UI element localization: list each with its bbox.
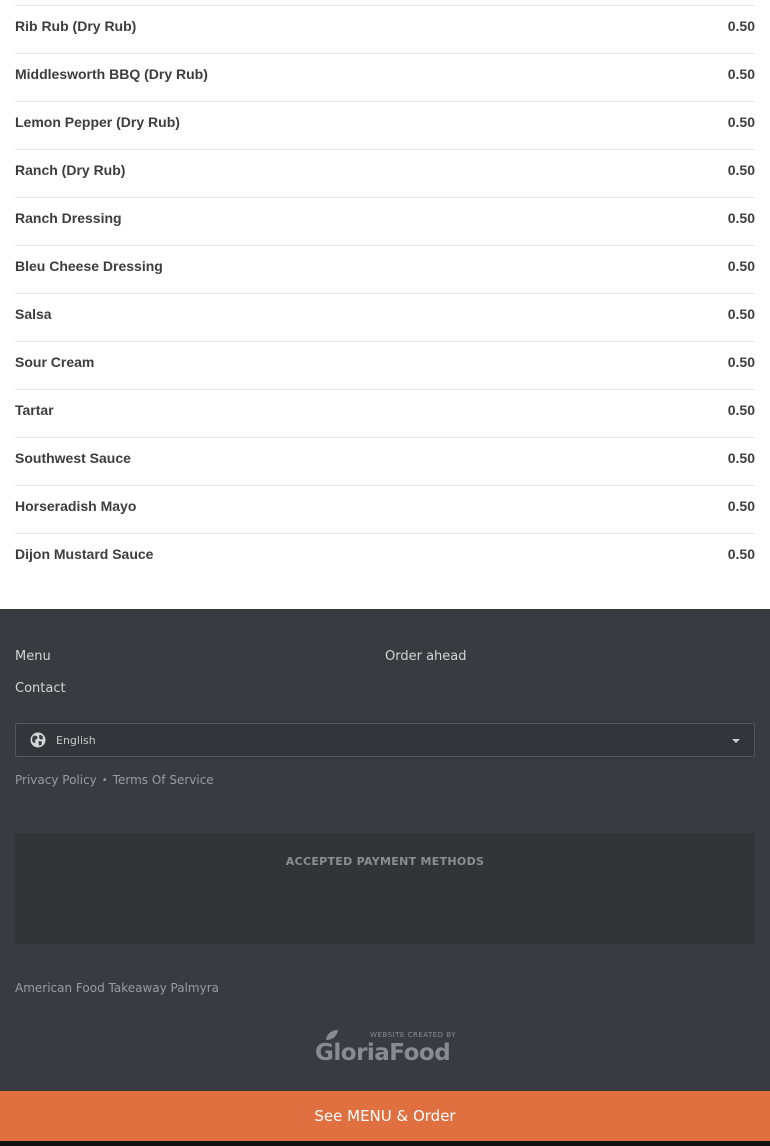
menu-item-price: 0.50 bbox=[727, 354, 755, 370]
payment-methods-title: ACCEPTED PAYMENT METHODS bbox=[285, 855, 485, 868]
menu-item-row[interactable]: Middlesworth BBQ (Dry Rub) 0.50 bbox=[15, 54, 755, 102]
menu-item-row[interactable]: Southwest Sauce 0.50 bbox=[15, 438, 755, 486]
menu-item-row[interactable]: Sour Cream 0.50 bbox=[15, 342, 755, 390]
menu-item-name: Middlesworth BBQ (Dry Rub) bbox=[15, 66, 208, 82]
menu-item-name: Ranch Dressing bbox=[15, 210, 122, 226]
language-label: English bbox=[56, 733, 96, 747]
menu-item-row[interactable]: Dijon Mustard Sauce 0.50 bbox=[15, 534, 755, 582]
restaurant-name: American Food Takeaway Palmyra bbox=[15, 981, 220, 995]
menu-item-name: Salsa bbox=[15, 306, 52, 322]
menu-item-price: 0.50 bbox=[727, 450, 755, 466]
menu-item-row[interactable]: Horseradish Mayo 0.50 bbox=[15, 486, 755, 534]
menu-item-price: 0.50 bbox=[727, 498, 755, 514]
legal-links: Privacy Policy • Terms Of Service bbox=[15, 773, 214, 787]
menu-item-row[interactable]: Ranch Dressing 0.50 bbox=[15, 198, 755, 246]
terms-of-service-link[interactable]: Terms Of Service bbox=[113, 773, 214, 787]
menu-item-price: 0.50 bbox=[727, 66, 755, 82]
footer: Menu Order ahead Contact English Privacy… bbox=[0, 609, 770, 1146]
menu-item-name: Lemon Pepper (Dry Rub) bbox=[15, 114, 180, 130]
footer-link-contact[interactable]: Contact bbox=[15, 681, 66, 696]
menu-item-row[interactable]: Salsa 0.50 bbox=[15, 294, 755, 342]
chevron-down-icon bbox=[732, 739, 740, 743]
menu-item-name: Ranch (Dry Rub) bbox=[15, 162, 126, 178]
separator: • bbox=[101, 774, 108, 786]
menu-item-name: Tartar bbox=[15, 402, 54, 418]
menu-item-name: Dijon Mustard Sauce bbox=[15, 546, 154, 562]
menu-item-price: 0.50 bbox=[727, 258, 755, 274]
see-menu-order-button[interactable]: See MENU & Order bbox=[0, 1091, 770, 1141]
privacy-policy-link[interactable]: Privacy Policy bbox=[15, 773, 97, 787]
menu-item-price: 0.50 bbox=[727, 114, 755, 130]
footer-link-order-ahead[interactable]: Order ahead bbox=[385, 649, 467, 664]
payment-methods-panel: ACCEPTED PAYMENT METHODS bbox=[15, 833, 755, 944]
menu-item-row[interactable]: Rib Rub (Dry Rub) 0.50 bbox=[15, 6, 755, 54]
menu-item-list: Rib Rub (Dry Rub) 0.50 Middlesworth BBQ (D… bbox=[0, 0, 770, 609]
menu-item-row[interactable]: Bleu Cheese Dressing 0.50 bbox=[15, 246, 755, 294]
menu-item-name: Southwest Sauce bbox=[15, 450, 131, 466]
menu-item-price: 0.50 bbox=[727, 306, 755, 322]
footer-link-menu[interactable]: Menu bbox=[15, 649, 51, 664]
language-selector[interactable]: English bbox=[15, 723, 755, 757]
menu-item-price: 0.50 bbox=[727, 210, 755, 226]
menu-item-name: Bleu Cheese Dressing bbox=[15, 258, 163, 274]
menu-item-name: Sour Cream bbox=[15, 354, 95, 370]
menu-item-price: 0.50 bbox=[727, 18, 755, 34]
menu-item-row[interactable]: Lemon Pepper (Dry Rub) 0.50 bbox=[15, 102, 755, 150]
menu-item-price: 0.50 bbox=[727, 546, 755, 562]
bottom-bar bbox=[0, 1141, 770, 1146]
menu-item-name: Rib Rub (Dry Rub) bbox=[15, 18, 137, 34]
menu-item-name: Horseradish Mayo bbox=[15, 498, 137, 514]
menu-item-row[interactable]: Ranch (Dry Rub) 0.50 bbox=[15, 150, 755, 198]
menu-item-row[interactable]: Tartar 0.50 bbox=[15, 390, 755, 438]
globe-icon bbox=[30, 732, 46, 748]
menu-item-price: 0.50 bbox=[727, 402, 755, 418]
gloriafood-logo: GloriaFood bbox=[315, 1040, 451, 1066]
gloriafood-credit[interactable]: WEBSITE CREATED BY GloriaFood bbox=[315, 1027, 457, 1067]
credit-caption: WEBSITE CREATED BY bbox=[370, 1031, 456, 1039]
menu-item-price: 0.50 bbox=[727, 162, 755, 178]
